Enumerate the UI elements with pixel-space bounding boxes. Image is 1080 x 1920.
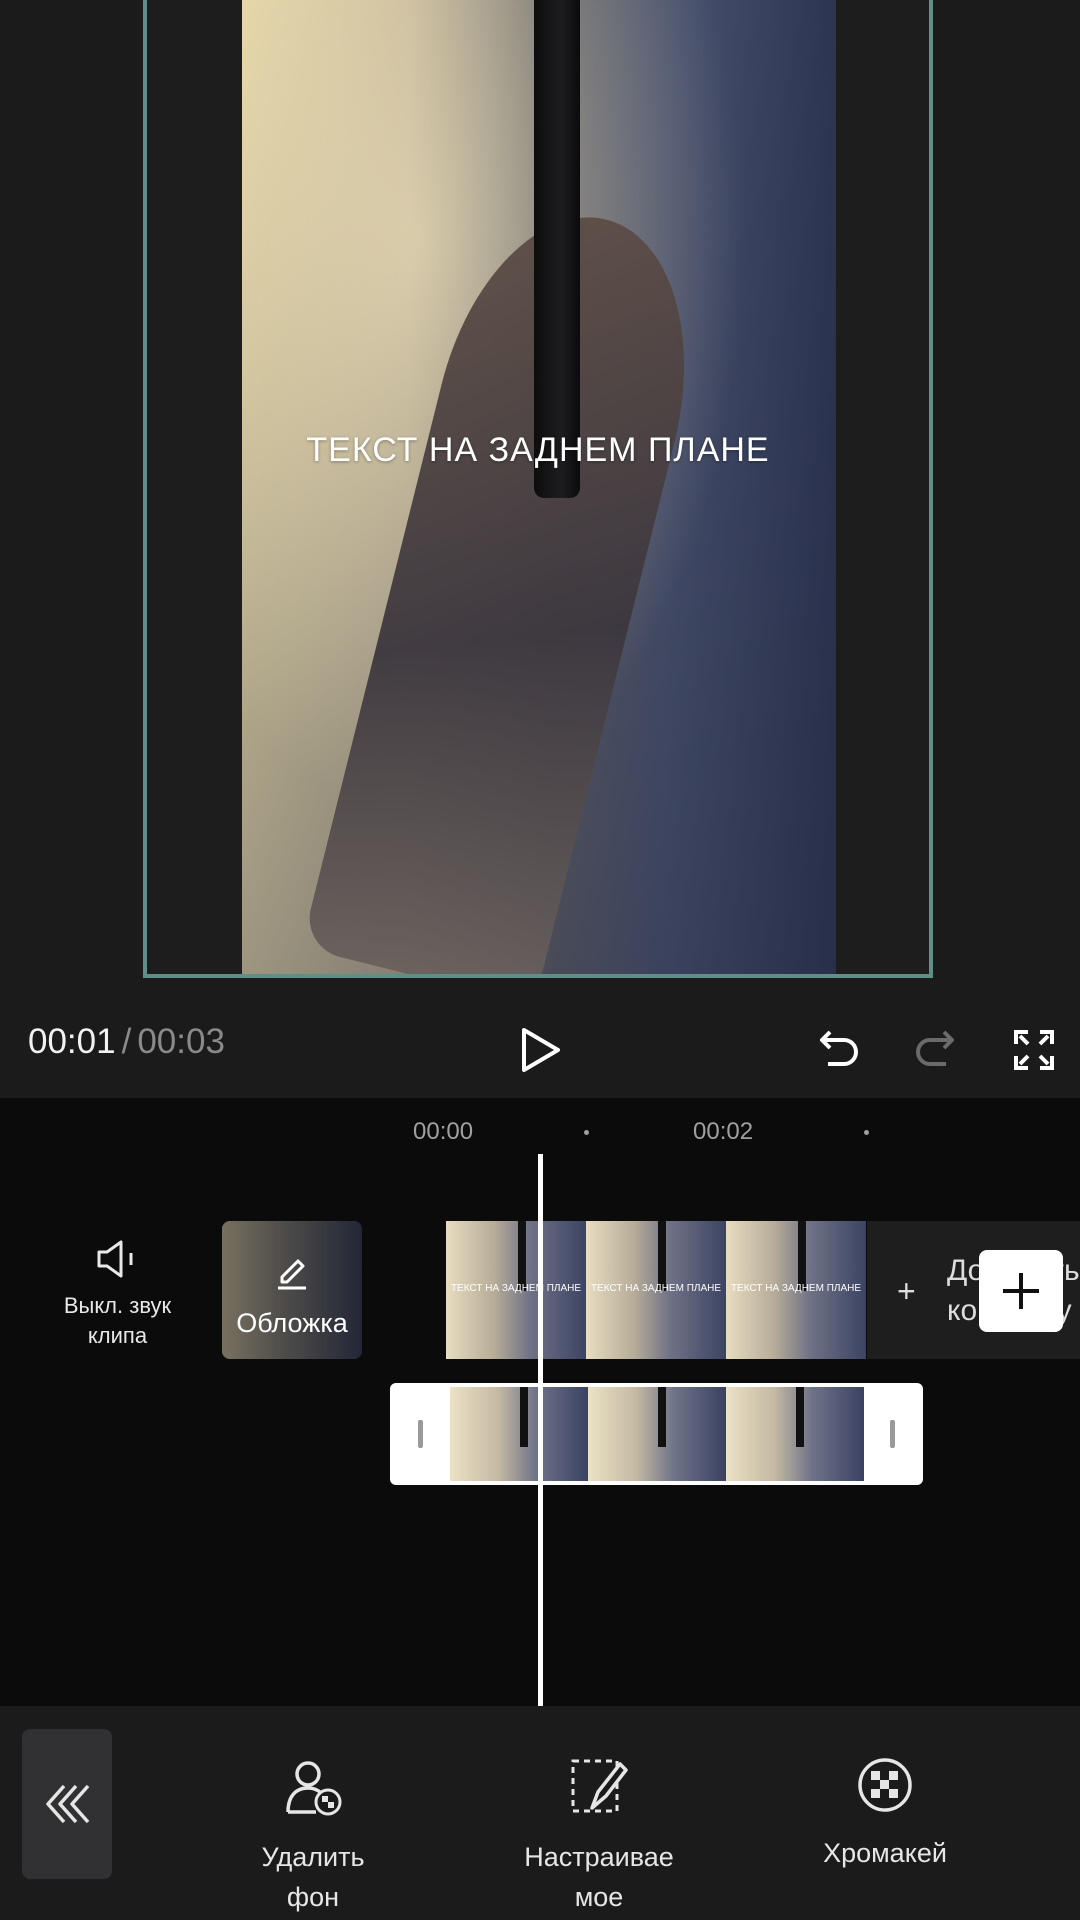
mute-clip-button[interactable]: Выкл. звук клипа xyxy=(40,1238,195,1351)
mute-label: Выкл. звук xyxy=(63,1293,172,1318)
speaker-mute-icon xyxy=(97,1240,132,1278)
cover-button[interactable]: Обложка xyxy=(222,1221,362,1359)
chroma-key-tool[interactable]: Хромакей xyxy=(805,1756,965,1873)
chroma-key-icon xyxy=(858,1758,912,1812)
plus-icon: + xyxy=(897,1273,916,1309)
plus-icon xyxy=(1003,1273,1039,1309)
remove-background-icon xyxy=(286,1761,342,1816)
clip-thumbnail: ТЕКСТ НА ЗАДНЕМ ПЛАНЕ xyxy=(446,1221,586,1359)
undo-icon xyxy=(820,1030,858,1066)
selected-overlay-clip[interactable] xyxy=(390,1383,923,1485)
fullscreen-icon xyxy=(1014,1030,1054,1070)
cover-label: Обложка xyxy=(236,1308,348,1338)
overlay-frame xyxy=(726,1387,864,1481)
double-chevron-left-icon xyxy=(46,1784,90,1824)
overlay-text[interactable]: ТЕКСТ НА ЗАДНЕМ ПЛАНЕ xyxy=(147,431,929,470)
video-track[interactable]: ТЕКСТ НА ЗАДНЕМ ПЛАНЕ ТЕКСТ НА ЗАДНЕМ ПЛ… xyxy=(446,1221,866,1359)
total-time: 00:03 xyxy=(137,1022,225,1061)
tool-label: фон xyxy=(286,1882,340,1912)
tool-label: Хромакей xyxy=(823,1838,947,1868)
edit-pencil-icon xyxy=(278,1259,306,1290)
current-time: 00:01 xyxy=(28,1022,116,1061)
ruler-label: 00:00 xyxy=(413,1118,474,1145)
clip-thumbnail-text: ТЕКСТ НА ЗАДНЕМ ПЛАНЕ xyxy=(730,1283,862,1294)
tool-label: мое xyxy=(574,1882,624,1912)
remove-background-tool[interactable]: Удалить фон xyxy=(243,1756,383,1917)
redo-button[interactable] xyxy=(906,1020,966,1080)
back-button[interactable] xyxy=(22,1729,112,1879)
video-frame-image xyxy=(242,0,836,974)
overlay-frame xyxy=(588,1387,726,1481)
trim-handle-left[interactable] xyxy=(418,1420,423,1448)
playback-controls: 00:01/00:03 xyxy=(0,1000,1080,1098)
undo-button[interactable] xyxy=(808,1020,868,1080)
play-button[interactable] xyxy=(510,1020,570,1080)
redo-icon xyxy=(916,1030,954,1066)
fullscreen-button[interactable] xyxy=(1004,1020,1064,1080)
playhead[interactable] xyxy=(538,1154,543,1706)
time-separator: / xyxy=(121,1022,132,1061)
clip-thumbnail-text: ТЕКСТ НА ЗАДНЕМ ПЛАНЕ xyxy=(450,1283,582,1294)
mute-label: клипа xyxy=(87,1323,148,1348)
video-preview: ТЕКСТ НА ЗАДНЕМ ПЛАНЕ xyxy=(0,0,1080,1000)
bottom-toolbar: Удалить фон Настраивае мое Хромакей xyxy=(0,1706,1080,1920)
time-display: 00:01/00:03 xyxy=(28,1022,225,1062)
tool-label: Удалить xyxy=(261,1842,365,1872)
clip-thumbnail-text: ТЕКСТ НА ЗАДНЕМ ПЛАНЕ xyxy=(590,1283,722,1294)
add-clip-button[interactable] xyxy=(979,1250,1063,1332)
trim-handle-right[interactable] xyxy=(890,1420,895,1448)
tool-label: Настраивае xyxy=(524,1842,674,1872)
canvas-frame[interactable]: ТЕКСТ НА ЗАДНЕМ ПЛАНЕ xyxy=(143,0,933,978)
clip-thumbnail: ТЕКСТ НА ЗАДНЕМ ПЛАНЕ xyxy=(726,1221,866,1359)
custom-cutout-icon xyxy=(571,1759,628,1813)
clip-thumbnail: ТЕКСТ НА ЗАДНЕМ ПЛАНЕ xyxy=(586,1221,726,1359)
overlay-frame xyxy=(450,1387,588,1481)
ruler-dot xyxy=(584,1130,589,1135)
ruler-dot xyxy=(864,1130,869,1135)
ruler-label: 00:02 xyxy=(693,1118,754,1145)
custom-cutout-tool[interactable]: Настраивае мое xyxy=(509,1756,689,1917)
play-icon xyxy=(522,1028,560,1072)
